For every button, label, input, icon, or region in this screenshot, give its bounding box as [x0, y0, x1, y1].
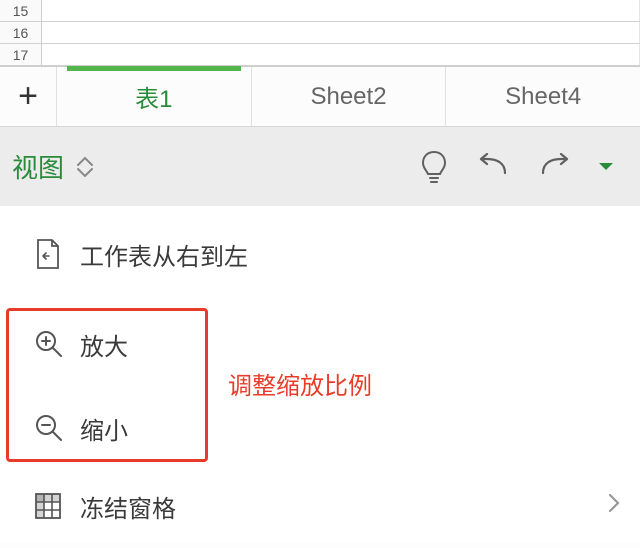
cell[interactable] — [42, 22, 640, 43]
menu-item-freeze-panes[interactable]: 冻结窗格 — [0, 470, 640, 542]
spreadsheet-grid[interactable]: 15 16 17 — [0, 0, 640, 66]
sheet-tab-3[interactable]: Sheet4 — [445, 67, 640, 126]
view-menu-panel: 工作表从右到左 调整缩放比例 放大 — [0, 206, 640, 542]
zoom-group: 调整缩放比例 放大 缩小 — [0, 302, 640, 470]
menu-item-label: 冻结窗格 — [80, 489, 176, 524]
add-sheet-button[interactable]: + — [0, 67, 56, 126]
grid-row[interactable]: 16 — [0, 22, 640, 44]
document-rtl-icon — [34, 238, 80, 270]
menu-item-label: 放大 — [80, 327, 128, 362]
grid-row[interactable]: 17 — [0, 44, 640, 66]
menu-item-zoom-in[interactable]: 放大 — [0, 302, 640, 386]
row-header[interactable]: 15 — [0, 0, 42, 21]
expand-collapse-icon — [76, 156, 94, 178]
more-dropdown[interactable] — [584, 162, 628, 172]
menu-item-label: 工作表从右到左 — [80, 237, 248, 272]
sheet-tab-bar: + 表1 Sheet2 Sheet4 — [0, 66, 640, 126]
grid-row[interactable]: 15 — [0, 0, 640, 22]
lightbulb-icon[interactable] — [404, 150, 464, 184]
zoom-out-icon — [34, 413, 80, 443]
redo-button[interactable] — [524, 153, 584, 181]
sheet-tab-label: Sheet2 — [310, 83, 386, 111]
sheet-tab-label: Sheet4 — [505, 83, 581, 111]
undo-button[interactable] — [464, 153, 524, 181]
sheet-tab-2[interactable]: Sheet2 — [251, 67, 446, 126]
sheet-tab-label: 表1 — [135, 79, 172, 114]
cell[interactable] — [42, 44, 640, 65]
sheet-tab-1[interactable]: 表1 — [56, 67, 251, 126]
chevron-right-icon — [608, 492, 620, 520]
view-menu-button[interactable]: 视图 — [12, 148, 94, 185]
row-header[interactable]: 16 — [0, 22, 42, 43]
cell[interactable] — [42, 0, 640, 21]
row-header[interactable]: 17 — [0, 44, 42, 65]
zoom-in-icon — [34, 329, 80, 359]
toolbar: 视图 — [0, 126, 640, 206]
menu-item-rtl[interactable]: 工作表从右到左 — [0, 206, 640, 302]
view-menu-label: 视图 — [12, 148, 64, 185]
menu-item-label: 缩小 — [80, 411, 128, 446]
menu-item-zoom-out[interactable]: 缩小 — [0, 386, 640, 470]
freeze-panes-icon — [34, 492, 80, 520]
